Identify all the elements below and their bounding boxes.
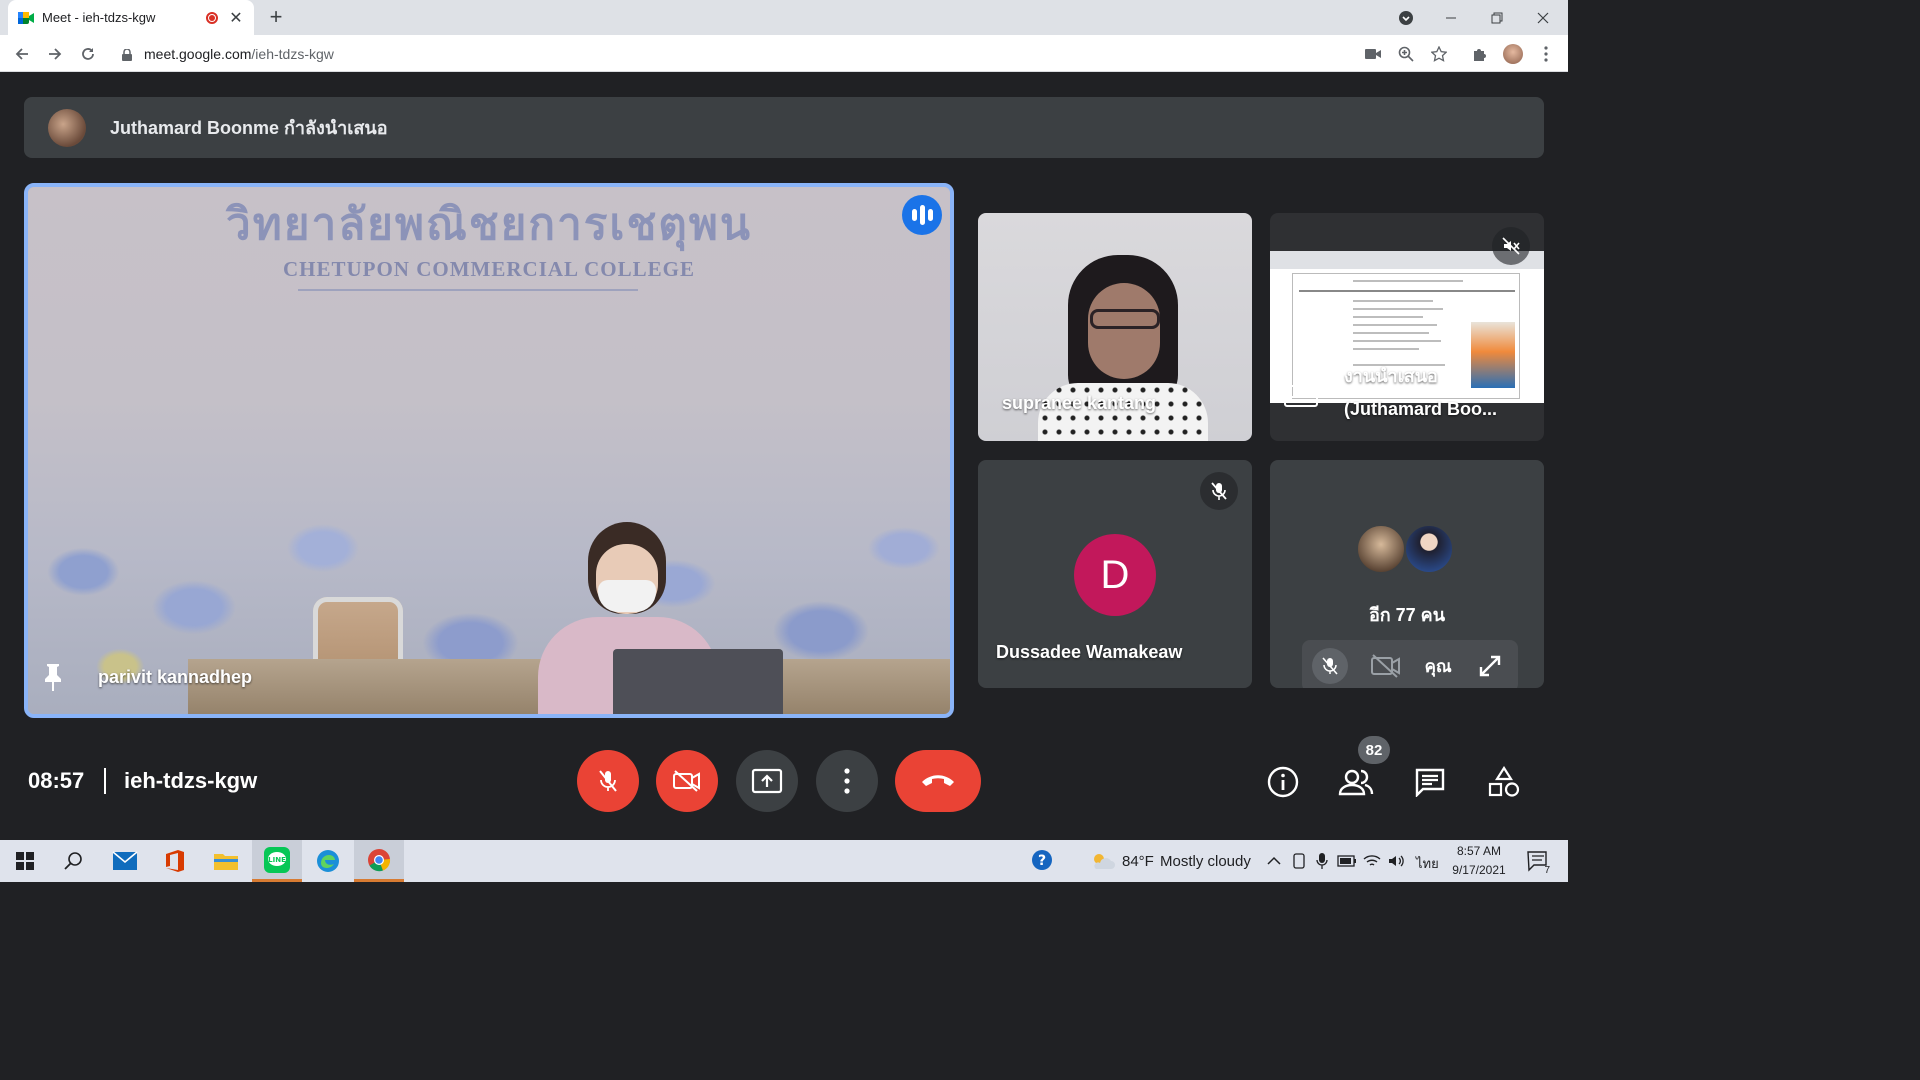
participant-tile-presentation[interactable]: งานนำเสนอ (Juthamard Boo... xyxy=(1270,213,1544,441)
participant-avatar: D xyxy=(1074,534,1156,616)
participant-tile-others[interactable]: อีก 77 คน คุณ xyxy=(1270,460,1544,688)
browser-tab-strip: Meet - ieh-tdzs-kgw ✕ + xyxy=(0,0,1568,35)
meet-favicon-icon xyxy=(18,11,34,25)
browser-tab-meet[interactable]: Meet - ieh-tdzs-kgw ✕ xyxy=(8,0,254,35)
camera-in-use-icon[interactable] xyxy=(1359,40,1387,68)
tab-search-icon[interactable] xyxy=(1383,0,1429,35)
lock-icon xyxy=(122,47,132,61)
new-tab-button[interactable]: + xyxy=(264,4,288,30)
device-icon[interactable] xyxy=(1288,840,1310,882)
microphone-icon[interactable] xyxy=(1311,840,1333,882)
camera-toggle-button[interactable] xyxy=(656,750,718,812)
minimize-button[interactable] xyxy=(1428,0,1474,35)
others-avatar xyxy=(1404,524,1454,574)
office-icon[interactable] xyxy=(150,840,200,882)
self-mic-off-icon[interactable] xyxy=(1312,648,1348,684)
main-video-tile[interactable]: วิทยาลัยพณิชยการเชตุพน CHETUPON COMMERCI… xyxy=(24,183,954,718)
presenting-banner[interactable]: Juthamard Boonme กำลังนำเสนอ xyxy=(24,97,1544,158)
volume-icon[interactable] xyxy=(1385,840,1409,882)
meet-stage: Juthamard Boonme กำลังนำเสนอ วิทยาลัยพณิ… xyxy=(0,72,1568,840)
presenting-text: Juthamard Boonme กำลังนำเสนอ xyxy=(110,118,388,138)
restore-button[interactable] xyxy=(1474,0,1520,35)
microphone-toggle-button[interactable] xyxy=(577,750,639,812)
pin-icon[interactable] xyxy=(42,662,64,692)
back-button[interactable] xyxy=(8,40,36,68)
more-options-button[interactable] xyxy=(816,750,878,812)
zoom-icon[interactable] xyxy=(1392,40,1420,68)
mic-off-icon xyxy=(1200,472,1238,510)
laptop xyxy=(613,649,783,714)
screen-label: งานนำเสนอ xyxy=(1344,366,1438,386)
participant-name: supranee kantang xyxy=(1002,393,1157,413)
self-camera-off-icon[interactable] xyxy=(1368,648,1404,684)
reload-button[interactable] xyxy=(74,40,102,68)
video-feed: วิทยาลัยพณิชยการเชตุพน CHETUPON COMMERCI… xyxy=(28,187,950,714)
chevron-up-icon[interactable] xyxy=(1264,840,1284,882)
participant-tile-supranee[interactable]: supranee kantang xyxy=(978,213,1252,441)
meeting-controls-bar: 08:57 ieh-tdzs-kgw 82 xyxy=(0,732,1568,840)
participant-name: Dussadee Wamakeaw xyxy=(996,642,1183,662)
url-path: /ieh-tdzs-kgw xyxy=(251,45,334,62)
browser-menu-icon[interactable] xyxy=(1532,40,1560,68)
close-window-button[interactable] xyxy=(1520,0,1566,35)
address-bar[interactable]: meet.google.com/ieh-tdzs-kgw xyxy=(112,39,1452,68)
recording-icon xyxy=(206,11,218,24)
svg-text:?: ? xyxy=(1038,853,1046,869)
leave-call-button[interactable] xyxy=(895,750,981,812)
activities-button[interactable] xyxy=(1480,758,1528,806)
self-label: คุณ xyxy=(1424,656,1452,676)
line-app-icon[interactable]: LINE xyxy=(252,840,302,882)
main-tile-name: parivit kannadhep xyxy=(98,667,253,687)
muted-icon xyxy=(1492,227,1530,265)
file-explorer-icon[interactable] xyxy=(201,840,251,882)
presenter-avatar xyxy=(48,108,86,147)
meeting-details-button[interactable] xyxy=(1259,758,1307,806)
wifi-icon[interactable] xyxy=(1360,840,1384,882)
meeting-time: 08:57 xyxy=(28,768,85,793)
tab-close-button[interactable]: ✕ xyxy=(228,8,244,28)
edge-icon[interactable] xyxy=(303,840,353,882)
notifications-count: 7 xyxy=(1544,865,1550,876)
meeting-code: ieh-tdzs-kgw xyxy=(124,768,258,793)
svg-text:LINE: LINE xyxy=(268,856,286,864)
url-domain: meet.google.com xyxy=(144,45,252,62)
bookmark-star-icon[interactable] xyxy=(1425,40,1453,68)
input-language[interactable]: ไทย xyxy=(1416,853,1439,874)
speaking-indicator-icon xyxy=(902,195,942,235)
windows-start-icon[interactable] xyxy=(0,840,50,882)
windows-taskbar: LINE ? 84°F Mostly cloudy ไทย 8:57 AM 9/… xyxy=(0,840,1568,882)
notifications-icon[interactable]: 7 xyxy=(1518,840,1558,882)
weather-description: Mostly cloudy xyxy=(1160,853,1251,870)
taskbar-time[interactable]: 8:57 AM xyxy=(1444,844,1514,858)
weather-icon[interactable] xyxy=(1078,840,1128,882)
college-banner-thai: วิทยาลัยพณิชยการเชตุพน xyxy=(226,199,752,250)
participant-tile-dussadee[interactable]: D Dussadee Wamakeaw xyxy=(978,460,1252,688)
college-banner-english: CHETUPON COMMERCIAL COLLEGE xyxy=(282,257,696,281)
extensions-icon[interactable] xyxy=(1466,40,1494,68)
others-count: อีก 77 คน xyxy=(1368,605,1446,625)
chrome-icon[interactable] xyxy=(354,840,404,882)
search-icon[interactable] xyxy=(48,840,98,882)
help-icon[interactable]: ? xyxy=(1018,840,1068,882)
forward-button[interactable] xyxy=(41,40,69,68)
weather-temperature: 84°F xyxy=(1122,853,1154,870)
expand-icon[interactable] xyxy=(1472,648,1508,684)
tab-title: Meet - ieh-tdzs-kgw xyxy=(42,10,156,25)
mail-icon[interactable] xyxy=(100,840,150,882)
others-avatar xyxy=(1356,524,1406,574)
browser-toolbar: meet.google.com/ieh-tdzs-kgw xyxy=(0,35,1568,72)
chat-button[interactable] xyxy=(1406,758,1454,806)
show-everyone-button[interactable] xyxy=(1332,758,1380,806)
profile-avatar[interactable] xyxy=(1499,40,1527,68)
taskbar-date[interactable]: 9/17/2021 xyxy=(1444,863,1514,877)
self-view-controls: คุณ xyxy=(1302,640,1518,688)
battery-icon[interactable] xyxy=(1335,840,1359,882)
participant-name: (Juthamard Boo... xyxy=(1344,399,1498,419)
present-screen-button[interactable] xyxy=(736,750,798,812)
present-icon xyxy=(1284,383,1318,414)
